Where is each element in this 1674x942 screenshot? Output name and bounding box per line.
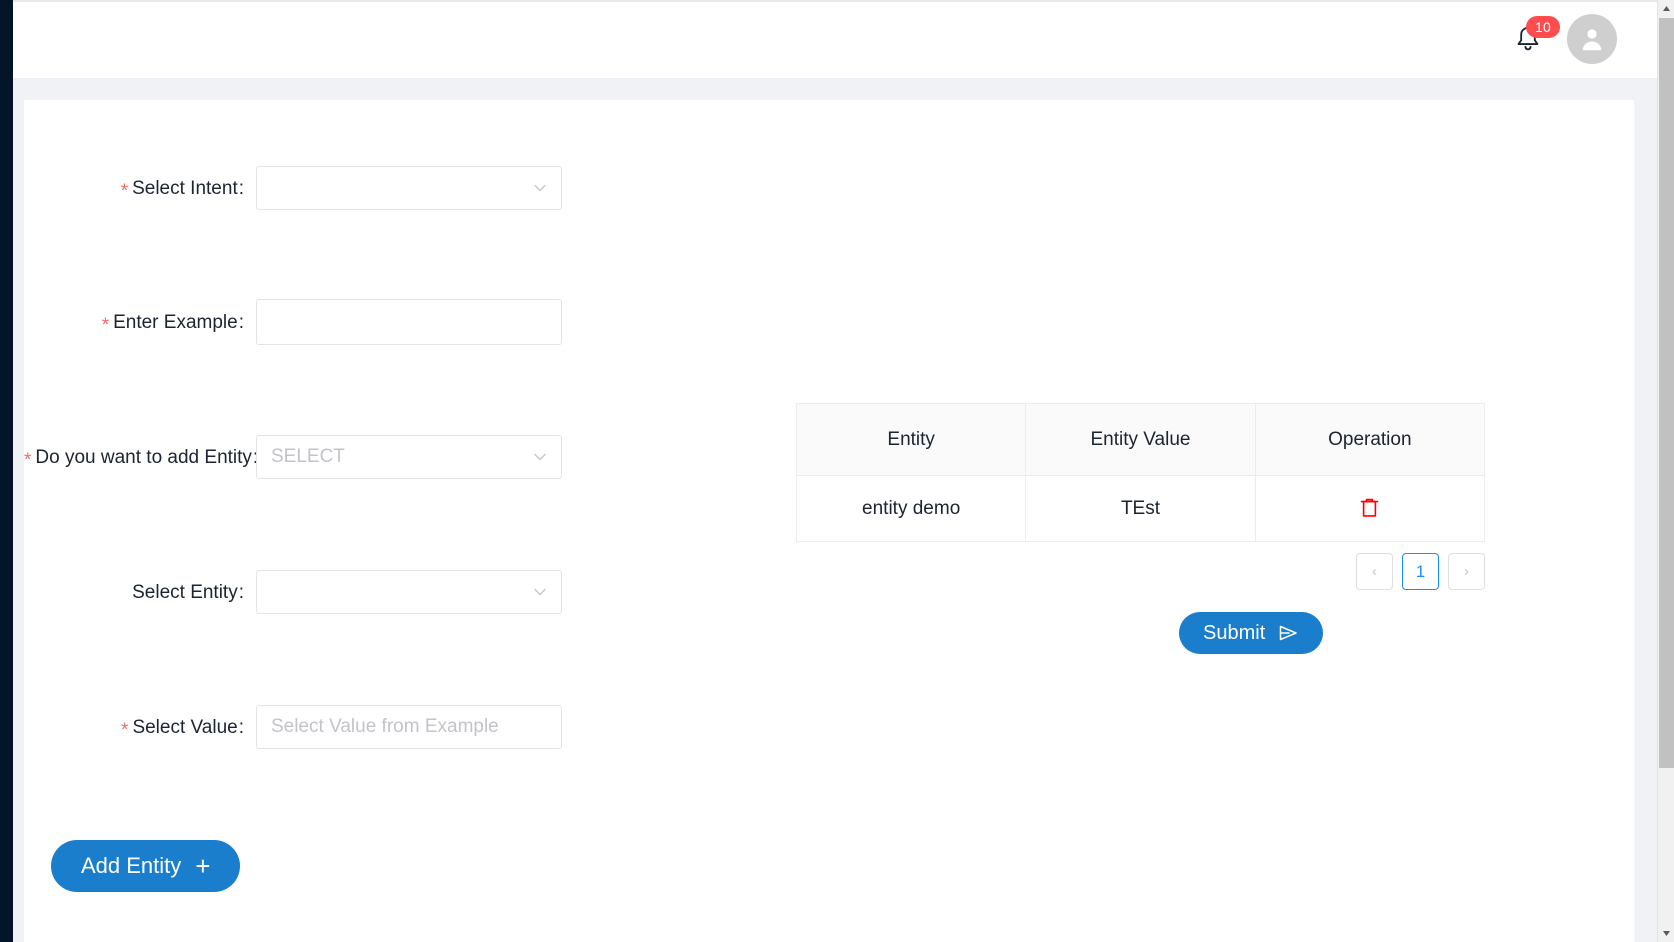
send-icon [1277,622,1299,644]
pagination-page-1[interactable]: 1 [1402,553,1439,590]
label-text-select-intent: Select Intent [132,177,238,199]
label-text-enter-example: Enter Example [113,311,238,333]
scrollbar-down-button[interactable] [1658,925,1674,942]
column-header-operation: Operation [1255,403,1485,476]
label-select-intent: * Select Intent: [24,177,256,201]
avatar[interactable] [1567,14,1617,64]
column-header-entity: Entity [796,403,1027,476]
field-row-add-entity-choice: *Do you want to add Entity: SELECT [24,435,562,479]
chevron-down-icon [531,179,549,197]
app-root: 10 * Select Intent: * Enter Example: * D… [0,0,1674,942]
chevron-down-icon [531,448,549,466]
main-content-card: * Select Intent: * Enter Example: * Do y… [24,100,1634,942]
pagination-prev-button[interactable]: ‹ [1356,553,1393,590]
label-text-select-entity: Select Entity [132,581,238,603]
field-row-select-entity: Select Entity: [24,570,562,614]
enter-example-input[interactable] [256,299,562,345]
select-intent-dropdown[interactable] [256,166,562,210]
label-select-entity: Select Entity: [24,583,256,602]
top-header-bar: 10 [13,0,1657,79]
field-row-select-value: * Select Value: Select Value from Example [24,705,562,749]
label-colon-select-value: : [238,716,244,738]
cell-entity-value: TEst [1025,475,1256,542]
required-marker-select-value: * [121,719,129,741]
chevron-down-icon [531,583,549,601]
label-add-entity-choice: *Do you want to add Entity: [24,446,258,470]
scrollbar-thumb[interactable] [1659,18,1674,768]
column-header-entity-value: Entity Value [1025,403,1256,476]
notification-count-badge: 10 [1526,16,1560,38]
trash-icon [1360,497,1379,518]
select-entity-dropdown[interactable] [256,570,562,614]
pagination: ‹ 1 › [796,553,1485,590]
field-row-select-intent: * Select Intent: [24,166,562,210]
vertical-scrollbar[interactable] [1657,0,1674,942]
entity-table: Entity Entity Value Operation entity dem… [796,403,1485,542]
required-marker-add-entity-choice: * [24,449,32,471]
submit-button[interactable]: Submit [1179,612,1324,654]
label-text-add-entity-choice: Do you want to add Entity [35,446,252,468]
delete-row-button[interactable] [1356,493,1383,522]
label-colon-enter-example: : [238,311,244,333]
entity-table-container: Entity Entity Value Operation entity dem… [796,403,1485,542]
add-entity-button-label: Add Entity [81,853,182,878]
header-actions: 10 [1511,14,1617,64]
label-colon-select-intent: : [238,177,244,199]
window-top-border [13,0,1657,2]
select-value-placeholder: Select Value from Example [271,716,499,737]
table-row: entity demo TEst [796,475,1485,542]
scrollbar-up-button[interactable] [1658,0,1674,17]
user-avatar-icon [1582,29,1602,51]
add-entity-choice-placeholder: SELECT [271,446,345,467]
label-text-select-value: Select Value [132,716,238,738]
pagination-next-button[interactable]: › [1448,553,1485,590]
label-enter-example: * Enter Example: [24,311,256,335]
caret-down-icon [1663,931,1670,936]
submit-button-label: Submit [1203,621,1266,644]
sidebar-rail[interactable] [0,0,13,942]
field-row-enter-example: * Enter Example: [24,299,562,345]
required-marker-enter-example: * [101,314,110,336]
add-entity-button[interactable]: Add Entity + [51,840,241,892]
required-marker-select-intent: * [120,180,129,202]
label-colon-select-entity: : [238,581,244,603]
table-header-row: Entity Entity Value Operation [796,403,1485,476]
caret-up-icon [1663,6,1670,11]
label-select-value: * Select Value: [24,716,256,740]
notifications-button[interactable]: 10 [1511,16,1560,59]
cell-entity: entity demo [796,475,1027,542]
select-value-input[interactable]: Select Value from Example [256,705,562,749]
plus-icon: + [195,851,211,881]
cell-operation [1255,475,1485,542]
add-entity-choice-dropdown[interactable]: SELECT [256,435,562,479]
